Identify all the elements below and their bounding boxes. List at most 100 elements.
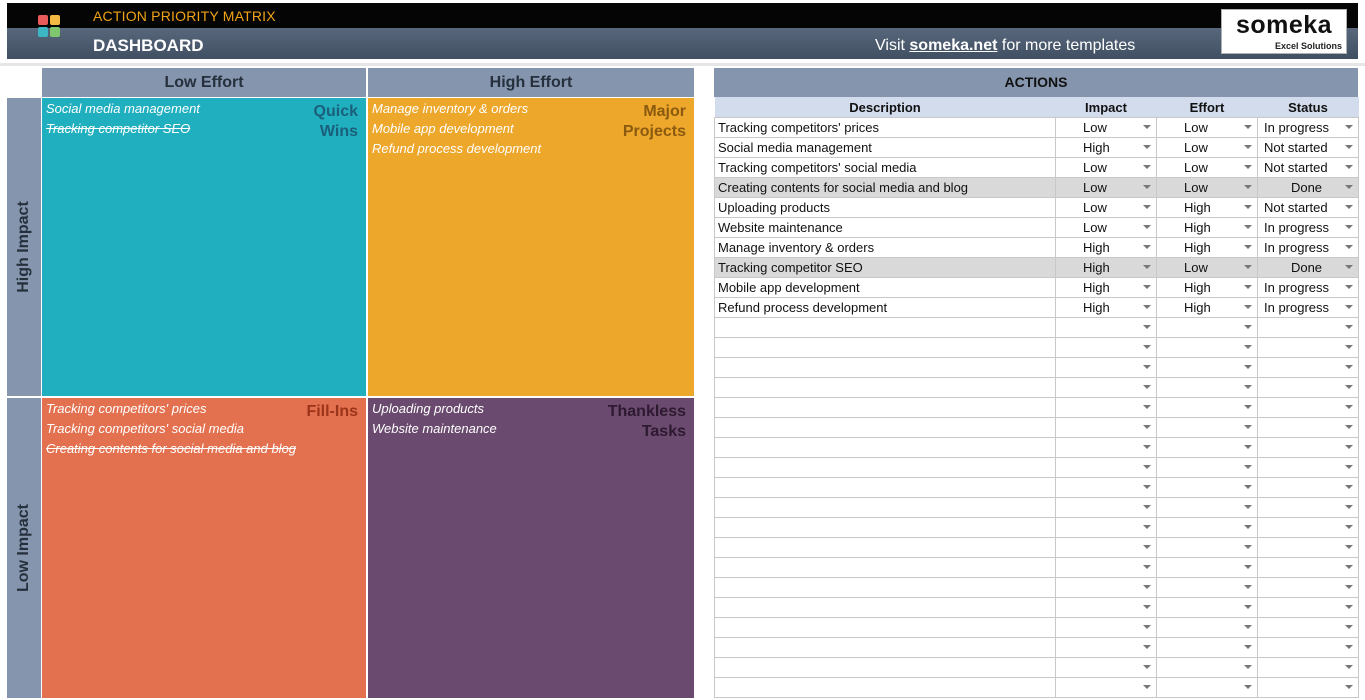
dropdown-arrow-icon[interactable] — [1345, 585, 1353, 589]
cell-effort[interactable] — [1156, 477, 1258, 498]
cell-status[interactable] — [1257, 437, 1359, 458]
cell-impact[interactable]: High — [1055, 277, 1157, 298]
cell-status[interactable] — [1257, 377, 1359, 398]
cell-description[interactable] — [714, 597, 1056, 618]
dropdown-arrow-icon[interactable] — [1143, 205, 1151, 209]
dropdown-arrow-icon[interactable] — [1143, 365, 1151, 369]
cell-effort[interactable] — [1156, 457, 1258, 478]
dropdown-arrow-icon[interactable] — [1244, 425, 1252, 429]
dropdown-arrow-icon[interactable] — [1244, 465, 1252, 469]
dropdown-arrow-icon[interactable] — [1244, 225, 1252, 229]
dropdown-arrow-icon[interactable] — [1143, 565, 1151, 569]
cell-description[interactable]: Website maintenance — [714, 217, 1056, 238]
dropdown-arrow-icon[interactable] — [1345, 445, 1353, 449]
cell-description[interactable] — [714, 657, 1056, 678]
dropdown-arrow-icon[interactable] — [1345, 565, 1353, 569]
dropdown-arrow-icon[interactable] — [1345, 345, 1353, 349]
dropdown-arrow-icon[interactable] — [1345, 165, 1353, 169]
cell-description[interactable] — [714, 497, 1056, 518]
dropdown-arrow-icon[interactable] — [1345, 125, 1353, 129]
dropdown-arrow-icon[interactable] — [1345, 185, 1353, 189]
dropdown-arrow-icon[interactable] — [1143, 625, 1151, 629]
cell-effort[interactable]: High — [1156, 297, 1258, 318]
cell-effort[interactable] — [1156, 517, 1258, 538]
cell-status[interactable]: In progress — [1257, 277, 1359, 298]
cell-description[interactable]: Social media management — [714, 137, 1056, 158]
dropdown-arrow-icon[interactable] — [1345, 685, 1353, 689]
dropdown-arrow-icon[interactable] — [1244, 485, 1252, 489]
dropdown-arrow-icon[interactable] — [1244, 665, 1252, 669]
cell-impact[interactable] — [1055, 657, 1157, 678]
dropdown-arrow-icon[interactable] — [1345, 425, 1353, 429]
cell-status[interactable]: In progress — [1257, 117, 1359, 138]
cell-status[interactable] — [1257, 337, 1359, 358]
cell-impact[interactable]: Low — [1055, 117, 1157, 138]
cell-impact[interactable]: High — [1055, 257, 1157, 278]
cell-effort[interactable]: High — [1156, 277, 1258, 298]
cell-description[interactable] — [714, 377, 1056, 398]
dropdown-arrow-icon[interactable] — [1244, 685, 1252, 689]
dropdown-arrow-icon[interactable] — [1345, 265, 1353, 269]
dropdown-arrow-icon[interactable] — [1143, 445, 1151, 449]
dropdown-arrow-icon[interactable] — [1244, 305, 1252, 309]
cell-effort[interactable] — [1156, 577, 1258, 598]
cell-effort[interactable] — [1156, 497, 1258, 518]
cell-status[interactable]: Not started — [1257, 157, 1359, 178]
cell-description[interactable] — [714, 317, 1056, 338]
dropdown-arrow-icon[interactable] — [1345, 645, 1353, 649]
dropdown-arrow-icon[interactable] — [1244, 525, 1252, 529]
cell-description[interactable] — [714, 637, 1056, 658]
dropdown-arrow-icon[interactable] — [1143, 645, 1151, 649]
cell-effort[interactable] — [1156, 597, 1258, 618]
cell-impact[interactable] — [1055, 677, 1157, 698]
cell-impact[interactable] — [1055, 497, 1157, 518]
cell-status[interactable] — [1257, 677, 1359, 698]
dropdown-arrow-icon[interactable] — [1143, 185, 1151, 189]
cell-effort[interactable] — [1156, 397, 1258, 418]
cell-impact[interactable] — [1055, 417, 1157, 438]
cell-effort[interactable]: Low — [1156, 137, 1258, 158]
dropdown-arrow-icon[interactable] — [1244, 325, 1252, 329]
dropdown-arrow-icon[interactable] — [1345, 325, 1353, 329]
dropdown-arrow-icon[interactable] — [1143, 485, 1151, 489]
cell-status[interactable]: Not started — [1257, 197, 1359, 218]
dropdown-arrow-icon[interactable] — [1244, 245, 1252, 249]
cell-status[interactable] — [1257, 617, 1359, 638]
cell-description[interactable]: Tracking competitor SEO — [714, 257, 1056, 278]
cell-effort[interactable] — [1156, 557, 1258, 578]
dropdown-arrow-icon[interactable] — [1143, 385, 1151, 389]
cell-impact[interactable] — [1055, 397, 1157, 418]
dropdown-arrow-icon[interactable] — [1244, 645, 1252, 649]
dropdown-arrow-icon[interactable] — [1345, 145, 1353, 149]
cell-status[interactable] — [1257, 497, 1359, 518]
cell-impact[interactable] — [1055, 477, 1157, 498]
dropdown-arrow-icon[interactable] — [1244, 585, 1252, 589]
cell-effort[interactable]: High — [1156, 197, 1258, 218]
dropdown-arrow-icon[interactable] — [1143, 405, 1151, 409]
dropdown-arrow-icon[interactable] — [1143, 525, 1151, 529]
dropdown-arrow-icon[interactable] — [1345, 485, 1353, 489]
dropdown-arrow-icon[interactable] — [1345, 245, 1353, 249]
cell-status[interactable] — [1257, 417, 1359, 438]
cell-impact[interactable] — [1055, 317, 1157, 338]
dropdown-arrow-icon[interactable] — [1345, 525, 1353, 529]
cell-effort[interactable] — [1156, 637, 1258, 658]
dropdown-arrow-icon[interactable] — [1345, 505, 1353, 509]
cell-effort[interactable]: Low — [1156, 157, 1258, 178]
cell-impact[interactable] — [1055, 457, 1157, 478]
dropdown-arrow-icon[interactable] — [1143, 425, 1151, 429]
cell-impact[interactable]: Low — [1055, 157, 1157, 178]
dropdown-arrow-icon[interactable] — [1345, 545, 1353, 549]
cell-impact[interactable] — [1055, 517, 1157, 538]
cell-description[interactable] — [714, 537, 1056, 558]
cell-effort[interactable] — [1156, 337, 1258, 358]
dropdown-arrow-icon[interactable] — [1345, 665, 1353, 669]
dropdown-arrow-icon[interactable] — [1143, 545, 1151, 549]
cell-impact[interactable] — [1055, 577, 1157, 598]
cell-status[interactable]: Done — [1257, 177, 1359, 198]
dropdown-arrow-icon[interactable] — [1244, 345, 1252, 349]
dropdown-arrow-icon[interactable] — [1143, 325, 1151, 329]
cell-status[interactable] — [1257, 637, 1359, 658]
cell-effort[interactable]: High — [1156, 237, 1258, 258]
cell-status[interactable]: In progress — [1257, 297, 1359, 318]
